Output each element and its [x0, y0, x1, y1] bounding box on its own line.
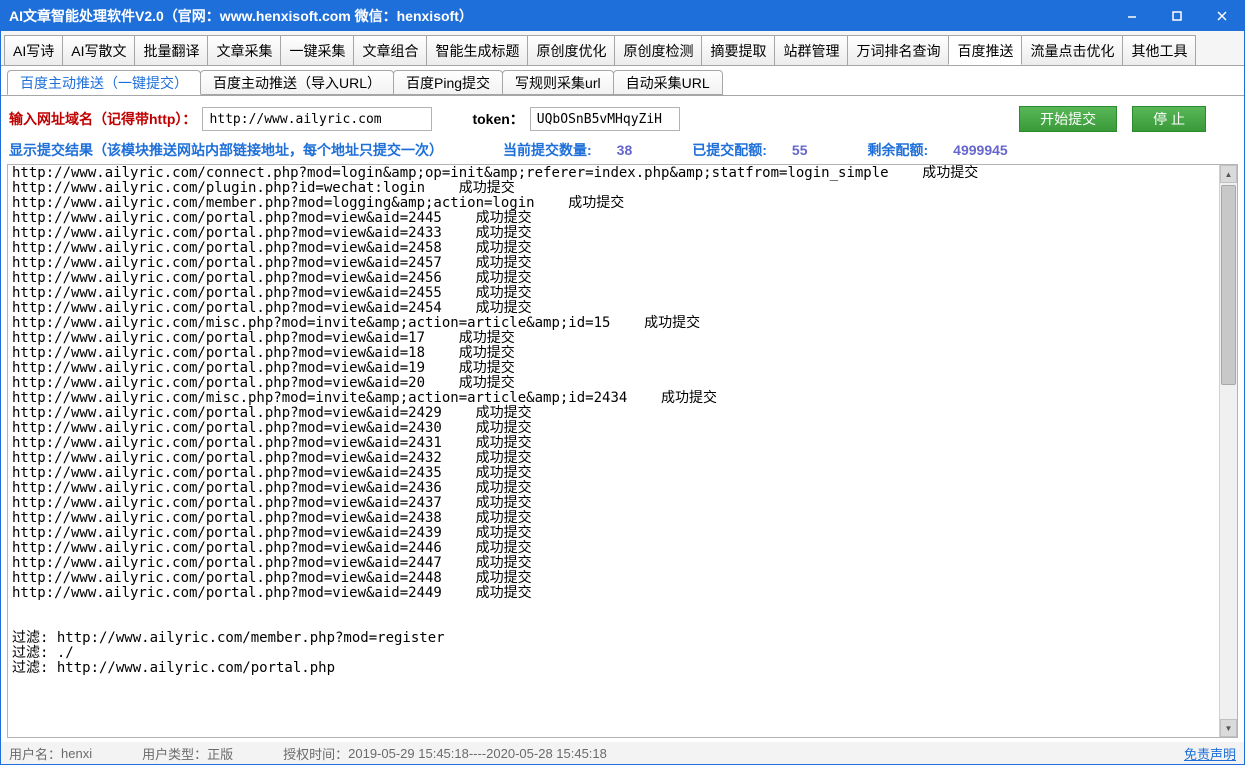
sub-tab-0[interactable]: 百度主动推送（一键提交） — [7, 70, 201, 95]
main-tab-7[interactable]: 原创度优化 — [527, 35, 615, 65]
current-count-label: 当前提交数量: — [503, 140, 592, 160]
log-area: http://www.ailyric.com/connect.php?mod=l… — [7, 164, 1238, 738]
disclaimer-link[interactable]: 免责声明 — [1184, 744, 1236, 763]
submitted-quota-label: 已提交配额: — [692, 140, 767, 160]
main-tab-6[interactable]: 智能生成标题 — [426, 35, 528, 65]
main-tab-12[interactable]: 百度推送 — [948, 35, 1022, 65]
sub-tab-4[interactable]: 自动采集URL — [613, 70, 723, 95]
scroll-thumb[interactable] — [1221, 185, 1236, 385]
user-value: henxi — [61, 746, 92, 761]
sub-tab-2[interactable]: 百度Ping提交 — [393, 70, 503, 95]
start-button[interactable]: 开始提交 — [1019, 106, 1117, 132]
main-tab-13[interactable]: 流量点击优化 — [1021, 35, 1123, 65]
remaining-quota-label: 剩余配额: — [868, 140, 929, 160]
main-tab-1[interactable]: AI写散文 — [62, 35, 135, 65]
main-tab-3[interactable]: 文章采集 — [207, 35, 281, 65]
main-tab-0[interactable]: AI写诗 — [4, 35, 63, 65]
statusbar: 用户名： henxi 用户类型： 正版 授权时间： 2019-05-29 15:… — [1, 742, 1244, 764]
scroll-down-icon[interactable]: ▼ — [1220, 719, 1237, 737]
main-tab-11[interactable]: 万词排名查询 — [847, 35, 949, 65]
sub-tabs: 百度主动推送（一键提交）百度主动推送（导入URL）百度Ping提交写规则采集ur… — [1, 66, 1244, 96]
token-label: token： — [472, 109, 523, 129]
titlebar[interactable]: AI文章智能处理软件V2.0（官网：www.henxisoft.com 微信：h… — [1, 1, 1244, 31]
user-type-label: 用户类型： — [142, 744, 207, 763]
main-tab-8[interactable]: 原创度检测 — [614, 35, 702, 65]
user-label: 用户名： — [9, 744, 61, 763]
auth-time-label: 授权时间： — [283, 744, 348, 763]
maximize-button[interactable] — [1154, 1, 1199, 31]
stop-button[interactable]: 停 止 — [1132, 106, 1206, 132]
main-tab-10[interactable]: 站群管理 — [774, 35, 848, 65]
main-tab-2[interactable]: 批量翻译 — [134, 35, 208, 65]
user-type-value: 正版 — [207, 744, 233, 763]
main-tab-5[interactable]: 文章组合 — [353, 35, 427, 65]
main-tab-14[interactable]: 其他工具 — [1122, 35, 1196, 65]
minimize-button[interactable] — [1109, 1, 1154, 31]
scroll-up-icon[interactable]: ▲ — [1220, 165, 1237, 183]
form-row: 输入网址域名（记得带http）： token： 开始提交 停 止 — [1, 96, 1244, 140]
main-tabs: AI写诗AI写散文批量翻译文章采集一键采集文章组合智能生成标题原创度优化原创度检… — [1, 31, 1244, 66]
log-content[interactable]: http://www.ailyric.com/connect.php?mod=l… — [8, 165, 1219, 737]
domain-input[interactable] — [202, 107, 432, 131]
current-count-value: 38 — [617, 142, 633, 158]
result-head: 显示提交结果（该模块推送网站内部链接地址，每个地址只提交一次） — [9, 140, 443, 160]
remaining-quota-value: 4999945 — [953, 142, 1008, 158]
sub-tab-1[interactable]: 百度主动推送（导入URL） — [200, 70, 394, 95]
sub-tab-3[interactable]: 写规则采集url — [502, 70, 614, 95]
domain-label: 输入网址域名（记得带http）： — [9, 109, 196, 129]
main-tab-4[interactable]: 一键采集 — [280, 35, 354, 65]
token-input[interactable] — [530, 107, 680, 131]
scrollbar[interactable]: ▲ ▼ — [1219, 165, 1237, 737]
close-button[interactable] — [1199, 1, 1244, 31]
submitted-quota-value: 55 — [792, 142, 808, 158]
main-tab-9[interactable]: 摘要提取 — [701, 35, 775, 65]
window-title: AI文章智能处理软件V2.0（官网：www.henxisoft.com 微信：h… — [9, 6, 473, 26]
auth-time-value: 2019-05-29 15:45:18----2020-05-28 15:45:… — [348, 746, 607, 761]
stats-row: 显示提交结果（该模块推送网站内部链接地址，每个地址只提交一次） 当前提交数量: … — [1, 140, 1244, 164]
